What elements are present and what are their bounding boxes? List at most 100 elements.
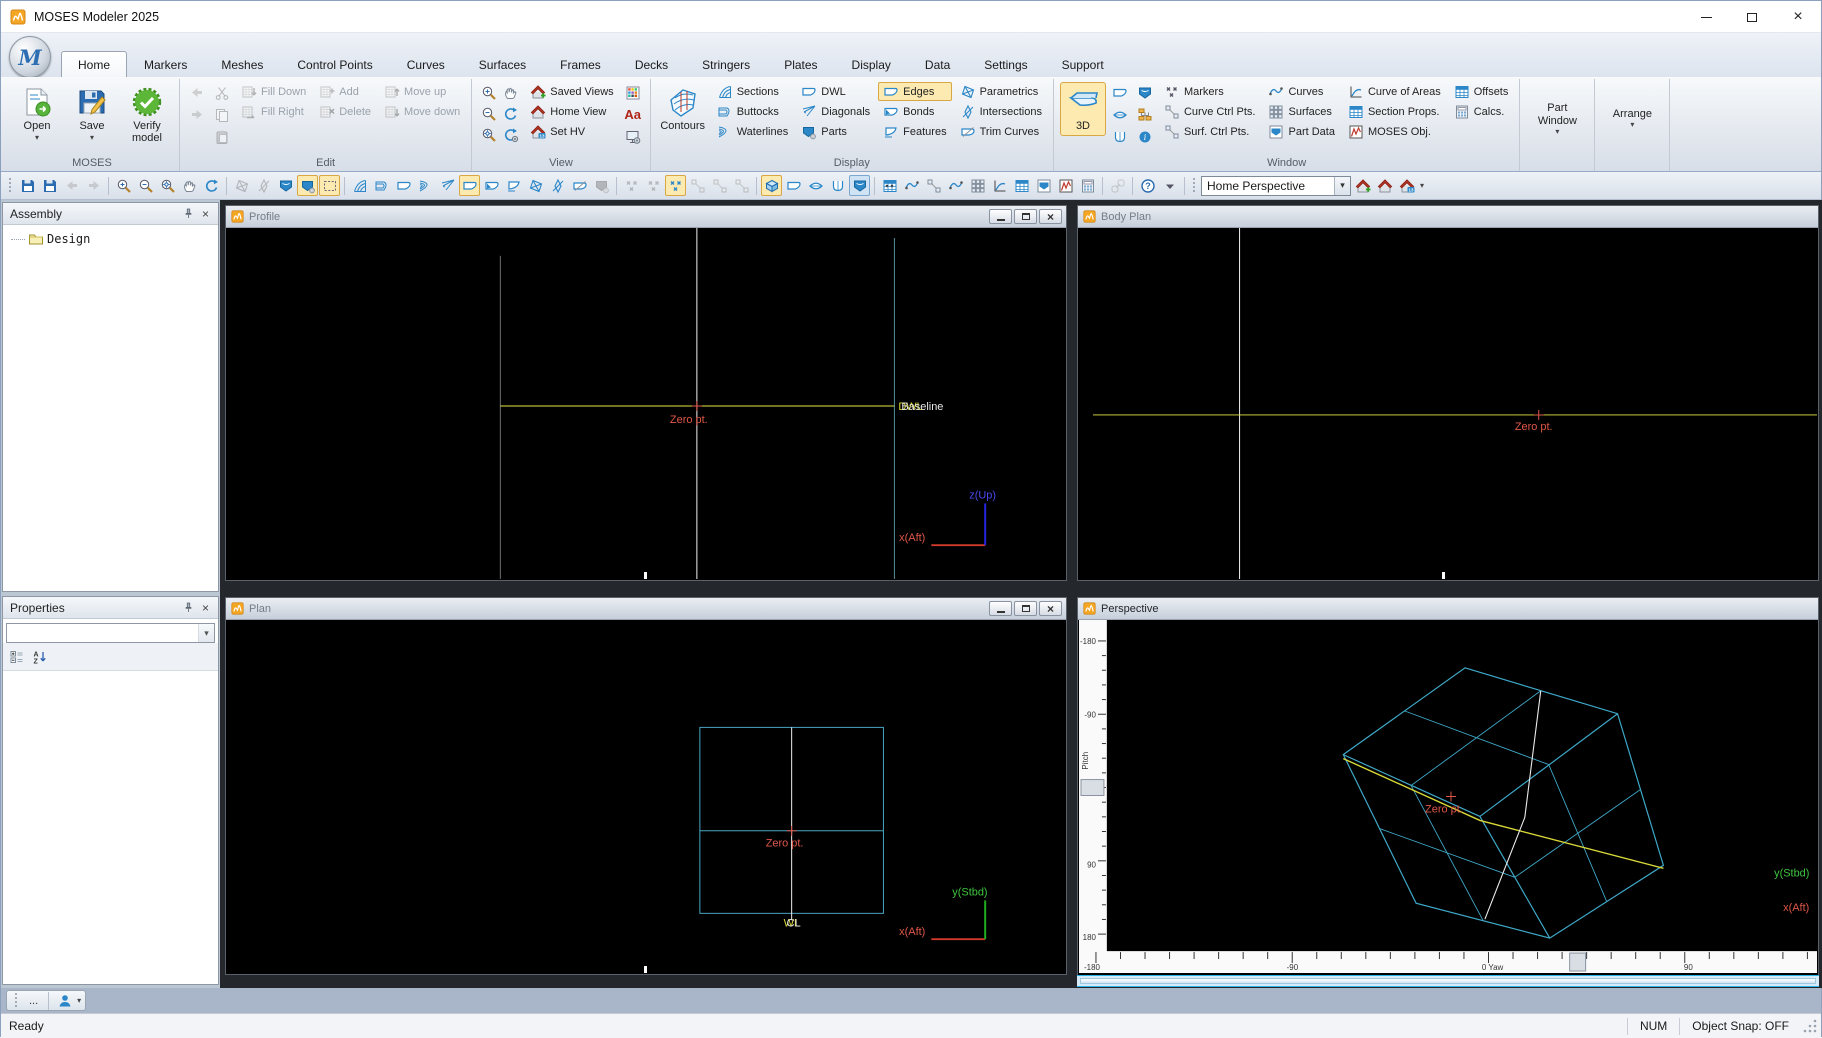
tab-home[interactable]: Home bbox=[61, 51, 128, 77]
assembly-close-button[interactable]: × bbox=[197, 206, 214, 222]
yaw-ruler[interactable] bbox=[1079, 951, 1817, 973]
body-plan-viewport[interactable]: Zero pt. bbox=[1079, 228, 1817, 579]
surf-ctrl-pts-button[interactable]: Surf. Ctrl Pts. bbox=[1159, 122, 1261, 141]
parametrics-toggle[interactable]: Parametrics bbox=[955, 82, 1047, 101]
edges-toggle[interactable] bbox=[459, 175, 480, 196]
zoom-in-button[interactable] bbox=[113, 175, 134, 196]
part-window-button[interactable]: Part Window ▾ bbox=[1526, 82, 1588, 154]
delete-button[interactable]: Delete bbox=[314, 102, 376, 121]
help-button[interactable] bbox=[1137, 175, 1158, 196]
contours-button[interactable]: Contours bbox=[657, 82, 709, 136]
sections-toggle[interactable]: Sections bbox=[712, 82, 794, 101]
profile-viewport[interactable]: Zero pt. DWL Baseline x(Aft) z(Up) bbox=[227, 228, 1065, 579]
user-toolbar-overflow[interactable]: ▾ bbox=[77, 997, 81, 1005]
plan-restore-button[interactable] bbox=[1014, 601, 1037, 616]
yaw-slider-thumb[interactable] bbox=[1569, 952, 1587, 972]
window-plan-button[interactable] bbox=[1109, 104, 1131, 125]
moses-obj-button[interactable]: MOSES Obj. bbox=[1343, 122, 1446, 141]
paste-button[interactable] bbox=[211, 126, 233, 147]
part-data-button[interactable]: Part Data bbox=[1263, 122, 1339, 141]
display-settings-button[interactable] bbox=[622, 126, 644, 147]
cut-button[interactable] bbox=[211, 82, 233, 103]
view-toolbar-grip[interactable] bbox=[1192, 177, 1197, 194]
font-button[interactable]: Aa bbox=[622, 104, 644, 125]
bonds-toggle[interactable] bbox=[481, 175, 502, 196]
markers-toggle-2[interactable] bbox=[643, 175, 664, 196]
pitch-slider-thumb[interactable] bbox=[1080, 779, 1105, 797]
application-menu-button[interactable]: M bbox=[9, 36, 51, 78]
waterlines-toggle[interactable]: Waterlines bbox=[712, 122, 794, 141]
model-info-button[interactable] bbox=[1134, 126, 1156, 147]
diagonals-toggle[interactable]: Diagonals bbox=[796, 102, 875, 121]
zoom-in-button[interactable] bbox=[478, 82, 500, 103]
open-button[interactable]: Open ▾ bbox=[11, 82, 63, 145]
zoom-extents-button[interactable] bbox=[478, 124, 500, 145]
curves-2-window-button[interactable] bbox=[945, 175, 966, 196]
arrange-dropdown-arrow[interactable]: ▾ bbox=[1630, 121, 1634, 129]
set-hv-button[interactable]: Set HV bbox=[525, 122, 618, 141]
tab-meshes[interactable]: Meshes bbox=[204, 51, 280, 77]
profile-minimize-button[interactable] bbox=[989, 209, 1012, 224]
scroll-indicator[interactable] bbox=[644, 966, 647, 973]
save-edit-button[interactable] bbox=[39, 175, 60, 196]
curve-of-areas-button[interactable] bbox=[989, 175, 1010, 196]
sections-toggle[interactable] bbox=[349, 175, 370, 196]
properties-object-selector[interactable]: ▾ bbox=[6, 623, 215, 643]
saved-views-button-toolbar[interactable] bbox=[1352, 175, 1373, 196]
tab-surfaces[interactable]: Surfaces bbox=[462, 51, 543, 77]
intersections-toggle[interactable]: Intersections bbox=[955, 102, 1047, 121]
tab-curves[interactable]: Curves bbox=[390, 51, 462, 77]
tab-markers[interactable]: Markers bbox=[127, 51, 204, 77]
markers-window-button[interactable]: Markers bbox=[1159, 82, 1261, 101]
curve-ctrl-pts-2-toggle[interactable] bbox=[709, 175, 730, 196]
fill-down-button[interactable]: Fill Down bbox=[236, 82, 311, 101]
curves-window-button[interactable]: Curves bbox=[1263, 82, 1339, 101]
tab-stringers[interactable]: Stringers bbox=[685, 51, 767, 77]
features-toggle[interactable]: Features bbox=[878, 122, 951, 141]
assembly-panel-header[interactable]: Assembly × bbox=[3, 203, 218, 225]
scroll-indicator[interactable] bbox=[644, 572, 647, 579]
parametrics-2-toggle[interactable] bbox=[525, 175, 546, 196]
profile-window-titlebar[interactable]: Profile × bbox=[226, 206, 1066, 228]
selection-box-toggle[interactable] bbox=[319, 175, 340, 196]
open-dropdown-arrow[interactable]: ▾ bbox=[35, 134, 39, 142]
plan-viewport[interactable]: Zero pt. WL CL x(Aft) y(Stbd) bbox=[227, 620, 1065, 973]
dwl-toggle[interactable] bbox=[393, 175, 414, 196]
window-maximize-button[interactable] bbox=[1729, 1, 1775, 33]
rotate-settings-button[interactable] bbox=[500, 124, 522, 145]
pitch-ruler[interactable] bbox=[1079, 620, 1107, 973]
save-button[interactable] bbox=[17, 175, 38, 196]
markers-toggle-1[interactable] bbox=[621, 175, 642, 196]
user-toolbar-grip[interactable] bbox=[14, 992, 19, 1009]
rotate-view-button[interactable] bbox=[201, 175, 222, 196]
color-grid-button[interactable] bbox=[622, 82, 644, 103]
moses-obj-button[interactable] bbox=[1055, 175, 1076, 196]
view-selector-dropdown-arrow[interactable]: ▾ bbox=[1334, 176, 1350, 195]
properties-panel-header[interactable]: Properties × bbox=[3, 597, 218, 619]
window-close-button[interactable]: × bbox=[1775, 1, 1821, 33]
plan-minimize-button[interactable] bbox=[989, 601, 1012, 616]
tab-frames[interactable]: Frames bbox=[543, 51, 618, 77]
pan-button[interactable] bbox=[179, 175, 200, 196]
profile-restore-button[interactable] bbox=[1014, 209, 1037, 224]
parts-2-toggle[interactable] bbox=[591, 175, 612, 196]
user-button[interactable] bbox=[54, 990, 75, 1011]
properties-pin-button[interactable] bbox=[180, 600, 197, 616]
tab-control-points[interactable]: Control Points bbox=[280, 51, 389, 77]
markers-toggle-3[interactable] bbox=[665, 175, 686, 196]
object-snap-indicator[interactable]: Object Snap: OFF bbox=[1679, 1017, 1801, 1035]
calcs-button[interactable]: Calcs. bbox=[1449, 102, 1514, 121]
profile-close-button[interactable]: × bbox=[1039, 209, 1062, 224]
set-hv-button-toolbar[interactable] bbox=[1396, 175, 1417, 196]
surfaces-window-button[interactable]: Surfaces bbox=[1263, 102, 1339, 121]
view-toolbar-overflow[interactable]: ▾ bbox=[1420, 182, 1424, 190]
window-part-button[interactable] bbox=[1134, 82, 1156, 103]
tab-display[interactable]: Display bbox=[835, 51, 908, 77]
waterlines-toggle[interactable] bbox=[415, 175, 436, 196]
pan-button[interactable] bbox=[500, 82, 522, 103]
trim-curves-toggle[interactable]: Trim Curves bbox=[955, 122, 1047, 141]
markers-table-button[interactable] bbox=[879, 175, 900, 196]
parts-toggle[interactable] bbox=[297, 175, 318, 196]
window-part-button[interactable] bbox=[849, 175, 870, 196]
curve-ctrl-pts-toggle[interactable] bbox=[687, 175, 708, 196]
